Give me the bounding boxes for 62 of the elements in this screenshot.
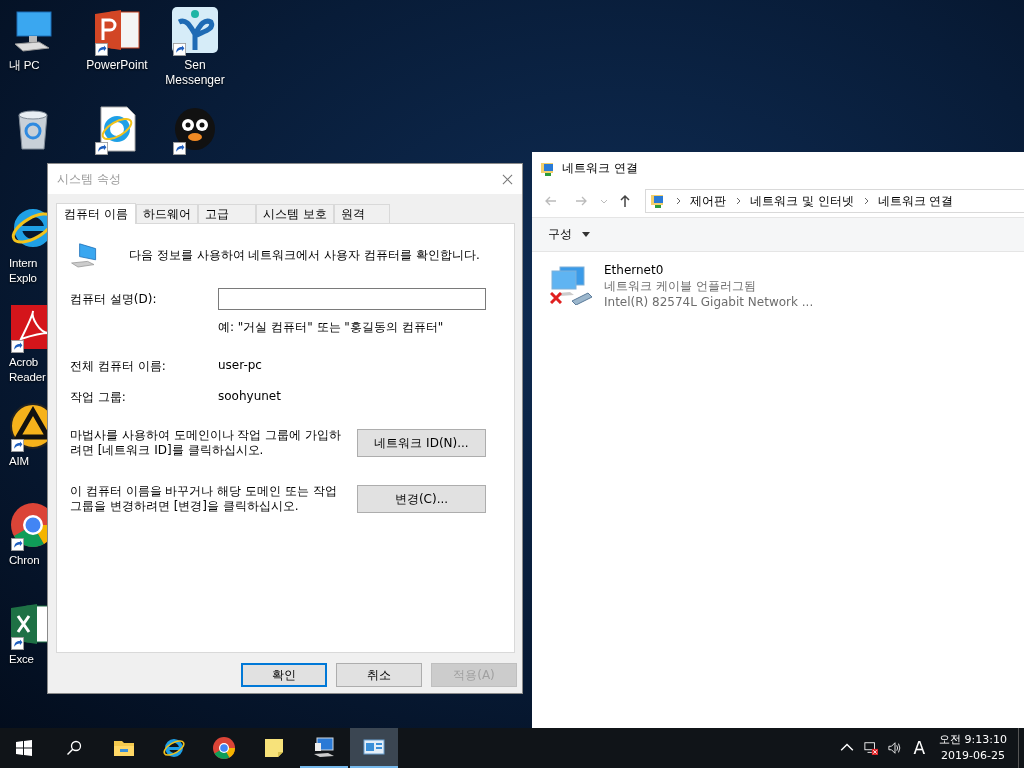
- computer-settings-icon: [312, 735, 336, 759]
- example-hint: 예: "거실 컴퓨터" 또는 "홍길동의 컴퓨터": [218, 320, 444, 334]
- taskbar-app[interactable]: [350, 728, 398, 768]
- window-title: 네트워크 연결: [562, 160, 638, 177]
- clock-date: 2019-06-25: [941, 748, 1005, 764]
- chevron-icon[interactable]: [863, 197, 870, 205]
- network-error-icon[interactable]: [864, 741, 879, 755]
- browser-e-icon: [162, 736, 186, 760]
- intro-text: 다음 정보를 사용하여 네트워크에서 사용자 컴퓨터를 확인합니다.: [129, 246, 480, 264]
- window-title: 시스템 속성: [57, 170, 121, 188]
- caret-icon[interactable]: [582, 232, 590, 237]
- network-folder-icon: [540, 160, 556, 177]
- address-bar[interactable]: 제어판 네트워크 및 인터넷 네트워크 연결: [645, 189, 1024, 213]
- messenger-icon[interactable]: [171, 6, 219, 54]
- dialog-button[interactable]: 취소: [336, 663, 422, 687]
- desktop-icon-label: Sen: [184, 58, 206, 73]
- close-icon[interactable]: [502, 173, 513, 185]
- desktop-icon-label: Exce: [9, 652, 34, 667]
- connection-name[interactable]: Ethernet0: [604, 262, 814, 278]
- info-value: user-pc: [218, 358, 262, 374]
- chrome-browser-icon: [212, 736, 236, 760]
- volume-icon[interactable]: [888, 741, 903, 755]
- desktop-icon-label: PowerPoint: [86, 58, 148, 73]
- instruction-text: 이 컴퓨터 이름을 바꾸거나 해당 도메인 또는 작업 그룹을 변경하려면 [변경]을 클릭하십시오.: [70, 484, 338, 514]
- chevron-icon[interactable]: [676, 197, 682, 205]
- desktop-icon-label: Explo: [9, 271, 37, 286]
- tab[interactable]: 원격: [333, 204, 390, 223]
- tab[interactable]: 시스템 보호: [255, 204, 334, 223]
- tab[interactable]: 하드웨어: [135, 204, 198, 223]
- windows-logo-icon: [16, 740, 32, 756]
- desktop-icon-label: Acrob: [9, 355, 39, 370]
- info-value: soohyunet: [218, 389, 281, 405]
- clock-time: 오전 9:13:10: [939, 732, 1007, 748]
- tab[interactable]: 고급: [197, 204, 256, 223]
- search-icon: [66, 740, 82, 756]
- breadcrumb-item[interactable]: 네트워크 및 인터넷: [750, 192, 854, 210]
- action-button[interactable]: 네트워크 ID(N)...: [357, 429, 486, 457]
- tab[interactable]: 컴퓨터 이름: [56, 203, 136, 224]
- desktop-icon-label: AIM: [9, 454, 29, 469]
- desktop-icon-label: 내 PC: [9, 58, 40, 73]
- organize-menu[interactable]: 구성: [544, 223, 576, 246]
- connection-status: 네트워크 케이블 언플러그됨: [604, 278, 757, 294]
- chevron-icon[interactable]: [736, 197, 742, 205]
- instruction-text: 마법사를 사용하여 도메인이나 작업 그룹에 가입하려면 [네트워크 ID]를 클릭하십시오.: [70, 428, 343, 458]
- network-folder-icon: [650, 193, 666, 209]
- adapter-name: Intel(R) 82574L Gigabit Network ...: [604, 294, 814, 310]
- clock[interactable]: 오전 9:13:10 2019-06-25: [931, 728, 1015, 768]
- desktop-icon-label: Messenger: [165, 73, 225, 88]
- dialog-button[interactable]: 확인: [241, 663, 327, 687]
- description-field[interactable]: [218, 288, 486, 310]
- desktop-icon-label: Reader: [9, 370, 46, 385]
- field-label: 컴퓨터 설명(D):: [70, 290, 158, 308]
- input-method-indicator[interactable]: A: [907, 728, 932, 768]
- up-arrow-icon[interactable]: [618, 194, 632, 208]
- desktop-icon-label: Chron: [9, 553, 40, 568]
- desktop-icon-label: Intern: [9, 256, 38, 271]
- action-button[interactable]: 변경(C)...: [357, 485, 486, 513]
- info-label: 작업 그룹:: [70, 389, 127, 406]
- info-label: 전체 컴퓨터 이름:: [70, 358, 167, 375]
- sticky-note-icon: [262, 736, 286, 760]
- breadcrumb-item[interactable]: 제어판: [690, 192, 726, 210]
- breadcrumb-item[interactable]: 네트워크 연결: [877, 192, 954, 210]
